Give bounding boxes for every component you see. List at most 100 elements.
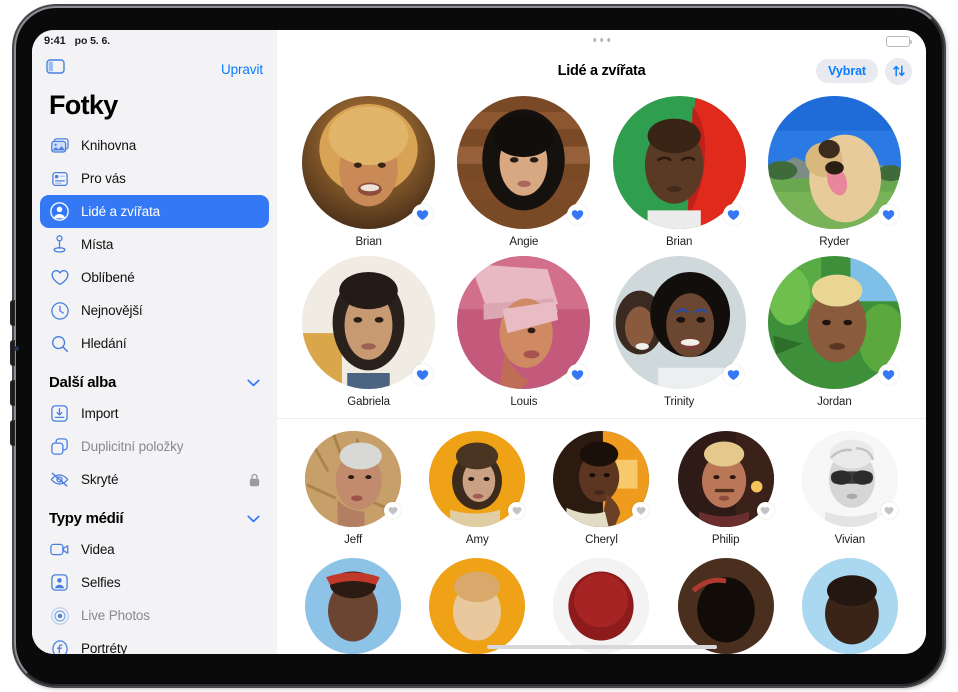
person-card[interactable]: Ryder <box>767 96 901 248</box>
sidebar-group-more-albums[interactable]: Další alba <box>32 360 277 397</box>
favorite-badge[interactable] <box>880 502 898 519</box>
favorite-badge[interactable] <box>567 364 589 385</box>
main-content: Lidé a zvířata Vybrat Brian Angie Brian … <box>277 30 926 654</box>
toolbar-actions: Vybrat <box>816 57 912 85</box>
person-name: Trinity <box>664 396 695 408</box>
import-tray-icon <box>49 403 70 424</box>
sidebar-item-label: Skryté <box>81 472 119 487</box>
sidebar-item-label: Import <box>81 406 119 421</box>
person-name: Philip <box>711 534 740 546</box>
chevron-down-icon[interactable] <box>247 515 260 523</box>
person-card[interactable]: Brian <box>612 96 746 248</box>
person-card[interactable]: Angie <box>457 96 591 248</box>
selfie-person-icon <box>49 572 70 593</box>
avatar[interactable] <box>305 558 402 654</box>
volume-button-3[interactable] <box>10 380 15 406</box>
favorite-badge[interactable] <box>508 502 526 519</box>
person-circle-icon <box>49 201 70 222</box>
person-card[interactable]: Jordan <box>767 256 901 408</box>
favorite-badge[interactable] <box>722 364 744 385</box>
sidebar-item-portrety[interactable]: Portréty <box>40 632 269 654</box>
edit-button[interactable]: Upravit <box>221 62 263 77</box>
avatar[interactable] <box>801 558 898 654</box>
person-card[interactable]: Brian <box>302 96 436 248</box>
favorite-badge[interactable] <box>412 204 434 225</box>
avatar[interactable] <box>677 558 774 654</box>
sidebar-item-nejnovejsi[interactable]: Nejnovější <box>40 294 269 327</box>
people-row: Brian Angie Brian Ryder <box>277 96 926 248</box>
sort-arrows-icon[interactable] <box>885 57 912 85</box>
volume-button-1[interactable] <box>10 300 15 326</box>
person-card[interactable]: Gabriela <box>302 256 436 408</box>
volume-button-2[interactable] <box>10 340 15 366</box>
avatar[interactable] <box>429 558 526 654</box>
person-name: Angie <box>509 236 539 248</box>
home-indicator[interactable] <box>486 645 717 649</box>
sidebar-item-lide-a-zvirata[interactable]: Lidé a zvířata <box>40 195 269 228</box>
person-card[interactable]: Philip <box>677 431 774 546</box>
portrait-f-icon <box>49 638 70 654</box>
person-card[interactable] <box>677 558 774 654</box>
person-card[interactable]: Trinity <box>612 256 746 408</box>
person-name: Gabriela <box>347 396 390 408</box>
person-card[interactable]: Cheryl <box>553 431 650 546</box>
sidebar-item-hledani[interactable]: Hledání <box>40 327 269 360</box>
sidebar-item-videa[interactable]: Videa <box>40 533 269 566</box>
sidebar-item-label: Hledání <box>81 336 127 351</box>
person-name: Jordan <box>817 396 852 408</box>
sidebar-item-label: Knihovna <box>81 138 137 153</box>
person-card[interactable]: Louis <box>457 256 591 408</box>
multitasking-dots-icon[interactable] <box>592 38 611 42</box>
favorite-badge[interactable] <box>756 502 774 519</box>
favorite-badge[interactable] <box>877 204 899 225</box>
avatar[interactable] <box>553 558 650 654</box>
sidebar-item-selfies[interactable]: Selfies <box>40 566 269 599</box>
status-bar: 9:41 po 5. 6. <box>32 30 277 52</box>
person-name: Brian <box>355 236 382 248</box>
person-card[interactable] <box>553 558 650 654</box>
main-toolbar: Lidé a zvířata Vybrat <box>277 52 926 90</box>
favorite-badge[interactable] <box>384 502 402 519</box>
person-card[interactable] <box>429 558 526 654</box>
sidebar-item-duplicitni-polozky[interactable]: Duplicitní položky <box>40 430 269 463</box>
person-card[interactable] <box>305 558 402 654</box>
favorite-badge[interactable] <box>722 204 744 225</box>
sidebar-item-knihovna[interactable]: Knihovna <box>40 129 269 162</box>
sidebar-item-import[interactable]: Import <box>40 397 269 430</box>
sidebar-item-live-photos[interactable]: Live Photos <box>40 599 269 632</box>
person-name: Vivian <box>834 534 866 546</box>
volume-button-4[interactable] <box>10 420 15 446</box>
favorite-badge[interactable] <box>632 502 650 519</box>
live-photos-icon <box>49 605 70 626</box>
sidebar-item-label: Portréty <box>81 641 128 654</box>
people-grid[interactable]: Brian Angie Brian Ryder Gabriela Louis T… <box>277 90 926 654</box>
person-card[interactable]: Amy <box>429 431 526 546</box>
sidebar-item-label: Duplicitní položky <box>81 439 184 454</box>
sidebar-item-pro-vas[interactable]: Pro vás <box>40 162 269 195</box>
sidebar-item-mista[interactable]: Místa <box>40 228 269 261</box>
person-card[interactable]: Jeff <box>305 431 402 546</box>
app-title: Fotky <box>49 90 118 120</box>
person-card[interactable]: Vivian <box>801 431 898 546</box>
select-button[interactable]: Vybrat <box>816 59 878 83</box>
sidebar-item-skryte[interactable]: Skryté <box>40 463 269 496</box>
sidebar-group-media-types[interactable]: Typy médií <box>32 496 277 533</box>
people-row: Jeff Amy Cheryl Philip Vivian <box>277 418 926 546</box>
chevron-down-icon[interactable] <box>247 379 260 387</box>
sidebar-item-label: Nejnovější <box>81 303 143 318</box>
person-name: Brian <box>665 236 693 248</box>
sidebar-toolbar: Upravit <box>32 52 277 86</box>
person-card[interactable] <box>801 558 898 654</box>
favorite-badge[interactable] <box>877 364 899 385</box>
people-row: Gabriela Louis Trinity Jordan <box>277 256 926 408</box>
person-name: Jeff <box>344 534 363 546</box>
favorite-badge[interactable] <box>412 364 434 385</box>
person-name: Louis <box>510 396 538 408</box>
duplicate-squares-icon <box>49 436 70 457</box>
sidebar-toggle-icon[interactable] <box>46 59 65 79</box>
sidebar-item-label: Videa <box>81 542 115 557</box>
favorite-badge[interactable] <box>567 204 589 225</box>
heart-icon <box>49 267 70 288</box>
sidebar-item-oblibene[interactable]: Oblíbené <box>40 261 269 294</box>
for-you-card-icon <box>49 168 70 189</box>
